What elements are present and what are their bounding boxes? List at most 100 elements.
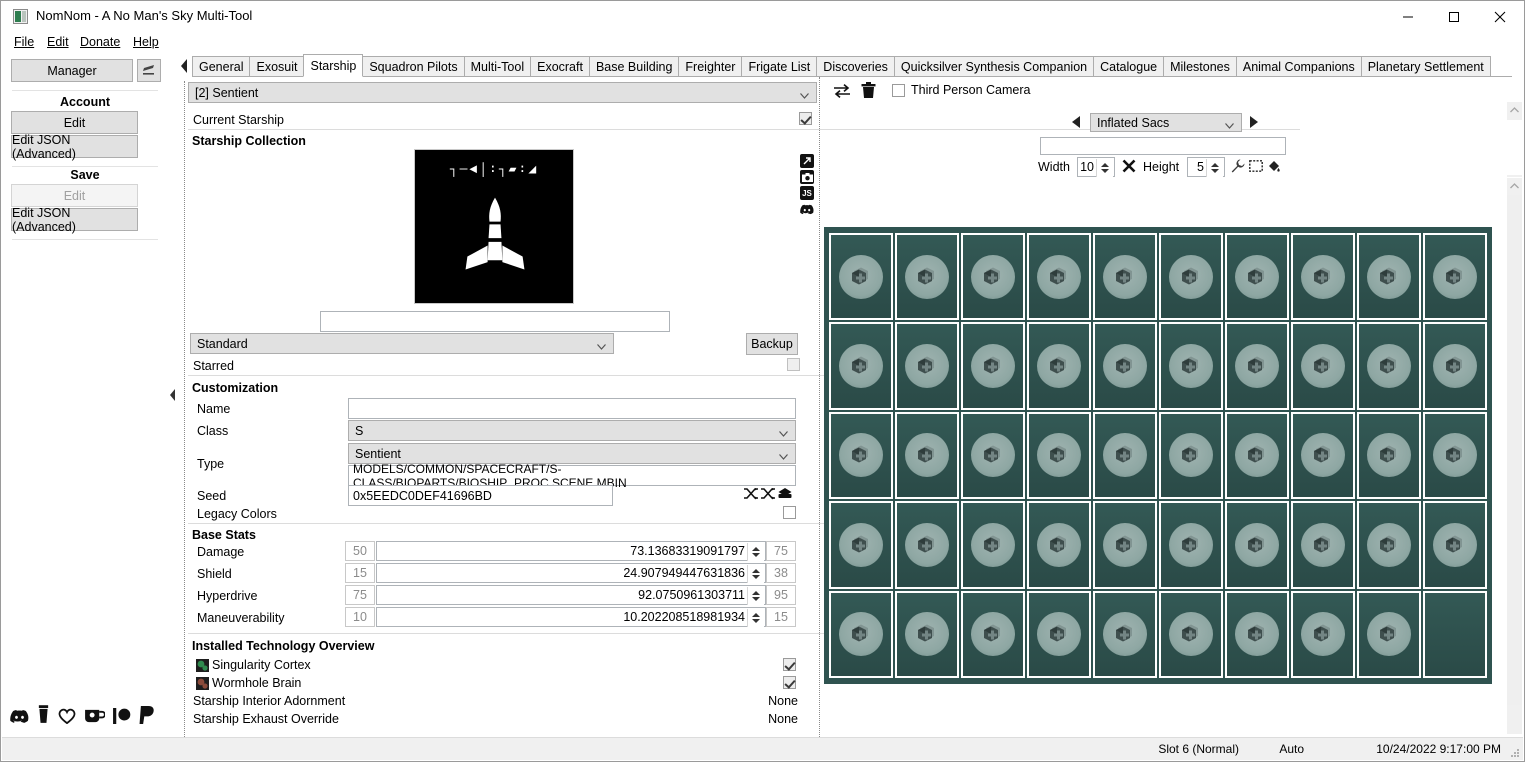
inventory-slot[interactable] bbox=[1291, 233, 1355, 320]
inventory-select-button[interactable] bbox=[1249, 160, 1263, 175]
tab-exocraft[interactable]: Exocraft bbox=[530, 56, 590, 77]
inventory-slot[interactable] bbox=[829, 322, 893, 409]
inventory-slot[interactable] bbox=[961, 591, 1025, 678]
inventory-slot[interactable] bbox=[1027, 591, 1091, 678]
tab-milestones[interactable]: Milestones bbox=[1163, 56, 1237, 77]
inventory-slot[interactable] bbox=[1291, 322, 1355, 409]
inventory-slot[interactable] bbox=[1225, 322, 1289, 409]
menu-donate[interactable]: Donate bbox=[75, 34, 125, 50]
spinner-arrows-icon[interactable] bbox=[747, 565, 764, 583]
close-button[interactable] bbox=[1477, 1, 1523, 32]
seed-dice-button[interactable] bbox=[778, 488, 792, 503]
inventory-slot[interactable] bbox=[1291, 591, 1355, 678]
inventory-slot[interactable] bbox=[1423, 233, 1487, 320]
tab-multi-tool[interactable]: Multi-Tool bbox=[464, 56, 532, 77]
tech-checkbox[interactable] bbox=[783, 676, 796, 689]
inventory-slot[interactable] bbox=[1423, 501, 1487, 588]
coffee-icon[interactable] bbox=[37, 705, 50, 727]
camera-icon[interactable] bbox=[800, 170, 814, 184]
manager-button[interactable]: Manager bbox=[11, 59, 133, 82]
inventory-slot[interactable] bbox=[961, 412, 1025, 499]
minimize-button[interactable] bbox=[1385, 1, 1431, 32]
tab-general[interactable]: General bbox=[192, 56, 250, 77]
inventory-slot[interactable] bbox=[1159, 591, 1223, 678]
width-stepper[interactable]: 10 bbox=[1077, 157, 1115, 177]
expand-icon[interactable] bbox=[800, 154, 814, 168]
starship-preview[interactable]: ┐─◄│∶┐▰∶◢ bbox=[414, 149, 574, 304]
tab-discoveries[interactable]: Discoveries bbox=[816, 56, 895, 77]
stat-value-stepper[interactable]: 24.907949447631836 bbox=[376, 563, 766, 583]
scroll-up-icon[interactable] bbox=[1507, 102, 1522, 118]
inventory-slot[interactable] bbox=[1357, 501, 1421, 588]
inventory-slot[interactable] bbox=[1027, 501, 1091, 588]
resize-grip-icon[interactable] bbox=[1508, 746, 1520, 758]
inventory-slot[interactable] bbox=[895, 591, 959, 678]
inventory-slot[interactable] bbox=[1423, 322, 1487, 409]
inventory-slot[interactable] bbox=[961, 501, 1025, 588]
tab-quicksilver-synthesis-companion[interactable]: Quicksilver Synthesis Companion bbox=[894, 56, 1094, 77]
heart-icon[interactable] bbox=[58, 708, 76, 727]
inventory-slot[interactable] bbox=[1423, 591, 1487, 678]
inventory-prev-button[interactable] bbox=[1070, 115, 1082, 132]
inventory-slot[interactable] bbox=[829, 233, 893, 320]
inventory-slot[interactable] bbox=[1357, 591, 1421, 678]
kofi-icon[interactable] bbox=[84, 708, 105, 727]
name-input[interactable] bbox=[348, 398, 796, 419]
tab-squadron-pilots[interactable]: Squadron Pilots bbox=[362, 56, 464, 77]
ship-selector-combo[interactable]: [2] Sentient bbox=[188, 82, 817, 103]
stat-value-stepper[interactable]: 10.202208518981934 bbox=[376, 607, 766, 627]
inventory-slot[interactable] bbox=[829, 591, 893, 678]
inventory-fill-button[interactable] bbox=[1267, 159, 1281, 176]
spinner-arrows-icon[interactable] bbox=[1096, 159, 1113, 177]
tab-catalogue[interactable]: Catalogue bbox=[1093, 56, 1164, 77]
save-edit-json-button[interactable]: Edit JSON (Advanced) bbox=[11, 208, 138, 231]
inventory-slot[interactable] bbox=[1225, 591, 1289, 678]
inventory-slot[interactable] bbox=[895, 322, 959, 409]
inventory-slot[interactable] bbox=[1093, 233, 1157, 320]
tab-exosuit[interactable]: Exosuit bbox=[249, 56, 304, 77]
inventory-slot[interactable] bbox=[961, 233, 1025, 320]
inventory-slot[interactable] bbox=[1027, 233, 1091, 320]
inventory-next-button[interactable] bbox=[1248, 115, 1260, 132]
inventory-slot[interactable] bbox=[1093, 322, 1157, 409]
tabs-scroll-left[interactable] bbox=[178, 56, 190, 76]
inventory-slot[interactable] bbox=[1423, 412, 1487, 499]
patreon-icon[interactable] bbox=[113, 708, 131, 727]
current-starship-checkbox[interactable] bbox=[799, 112, 812, 125]
inventory-scrollbar-thumb[interactable] bbox=[1507, 195, 1522, 705]
stat-value-stepper[interactable]: 92.0750961303711 bbox=[376, 585, 766, 605]
save-edit-button[interactable]: Edit bbox=[11, 184, 138, 207]
inventory-slot[interactable] bbox=[1093, 501, 1157, 588]
inventory-slot[interactable] bbox=[1093, 412, 1157, 499]
stat-value-stepper[interactable]: 73.13683319091797 bbox=[376, 541, 766, 561]
inventory-slot[interactable] bbox=[1159, 501, 1223, 588]
type-path-input[interactable]: MODELS/COMMON/SPACECRAFT/S-CLASS/BIOPART… bbox=[348, 465, 796, 486]
inventory-slot[interactable] bbox=[895, 501, 959, 588]
tab-frigate-list[interactable]: Frigate List bbox=[741, 56, 817, 77]
menu-edit[interactable]: Edit bbox=[42, 34, 74, 50]
inventory-slot[interactable] bbox=[1357, 233, 1421, 320]
account-edit-button[interactable]: Edit bbox=[11, 111, 138, 134]
inventory-slot[interactable] bbox=[1291, 501, 1355, 588]
outer-scrollbar-thumb[interactable] bbox=[1507, 120, 1522, 175]
inventory-slot[interactable] bbox=[1357, 322, 1421, 409]
class-combo[interactable]: S bbox=[348, 420, 796, 441]
inventory-slot[interactable] bbox=[1225, 501, 1289, 588]
inventory-slot[interactable] bbox=[961, 322, 1025, 409]
tab-animal-companions[interactable]: Animal Companions bbox=[1236, 56, 1362, 77]
inventory-slot[interactable] bbox=[1357, 412, 1421, 499]
outer-scrollbar[interactable] bbox=[1507, 102, 1522, 177]
inventory-slot[interactable] bbox=[1159, 322, 1223, 409]
inventory-slot[interactable] bbox=[895, 233, 959, 320]
inventory-section-combo[interactable]: Inflated Sacs bbox=[1090, 113, 1242, 132]
seed-input[interactable]: 0x5EEDC0DEF41696BD bbox=[348, 485, 613, 506]
inventory-slot[interactable] bbox=[829, 412, 893, 499]
sidebar-splitter[interactable] bbox=[168, 53, 178, 737]
height-stepper[interactable]: 5 bbox=[1187, 157, 1225, 177]
spinner-arrows-icon[interactable] bbox=[1206, 159, 1223, 177]
menu-help[interactable]: Help bbox=[128, 34, 164, 50]
inventory-slot[interactable] bbox=[1027, 412, 1091, 499]
inventory-slot[interactable] bbox=[1159, 233, 1223, 320]
starship-name-quick-input[interactable] bbox=[320, 311, 670, 332]
js-icon[interactable]: JS bbox=[800, 186, 814, 200]
